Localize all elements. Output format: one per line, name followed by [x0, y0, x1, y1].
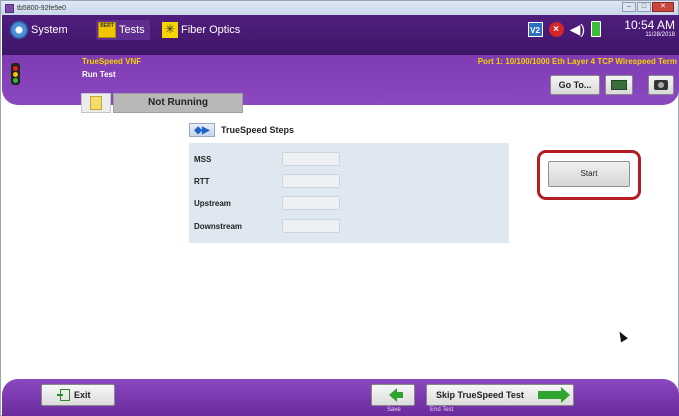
window-controls: – □ ✕ [622, 2, 674, 12]
battery-icon [591, 21, 601, 37]
bottom-bar: Exit Skip TrueSpeed Test Save End Test [2, 379, 679, 416]
traffic-light-red [13, 65, 18, 71]
traffic-light-icon[interactable] [11, 63, 20, 85]
page-title: Run Test [82, 70, 116, 79]
top-menubar: System BERT Tests ✳ Fiber Optics V2 × ◀)… [2, 15, 679, 55]
truespeed-steps-icon[interactable]: ◆▶ [189, 123, 215, 137]
step-label: Downstream [194, 221, 243, 231]
layout-icon [611, 80, 627, 90]
step-row-mss: MSS [194, 152, 340, 166]
bert-icon: BERT [98, 22, 116, 38]
menu-fiber-optics[interactable]: ✳ Fiber Optics [162, 20, 240, 40]
app-window: tb5800-92fe5e0 – □ ✕ System BERT Tests ✳… [0, 0, 679, 416]
menu-system-label: System [31, 24, 68, 36]
arrow-left-icon [389, 388, 403, 402]
menu-fiber-optics-label: Fiber Optics [181, 24, 241, 36]
status-icons: V2 × ◀) [527, 21, 601, 37]
v2-icon[interactable]: V2 [527, 21, 543, 37]
menu-tests[interactable]: BERT Tests [96, 20, 150, 40]
traffic-light-green [13, 77, 18, 83]
exit-label: Exit [74, 390, 91, 400]
step-row-rtt: RTT [194, 174, 340, 188]
arrow-right-icon [537, 387, 570, 403]
layout-button[interactable] [605, 75, 633, 95]
step-label: MSS [194, 154, 212, 164]
menu-tests-label: Tests [119, 24, 145, 36]
test-name: TrueSpeed VNF [82, 57, 142, 66]
clock-date: 11/28/2018 [645, 32, 675, 38]
status-indicator-icon [90, 96, 102, 110]
status-light [81, 93, 111, 113]
menu-system[interactable]: System [10, 20, 68, 40]
back-button[interactable] [371, 384, 415, 406]
close-button[interactable]: ✕ [652, 2, 674, 12]
step-value-field [282, 196, 340, 210]
mouse-cursor-icon [616, 329, 628, 343]
steps-title: TrueSpeed Steps [221, 125, 295, 135]
step-row-downstream: Downstream [194, 219, 340, 233]
skip-label: Skip TrueSpeed Test [436, 390, 524, 400]
step-value-field [282, 152, 340, 166]
step-value-field [282, 219, 340, 233]
clock-time: 10:54 AM [624, 18, 675, 32]
goto-button[interactable]: Go To... [550, 75, 600, 95]
window-title: tb5800-92fe5e0 [17, 4, 67, 12]
port-info: Port 1: 10/100/1000 Eth Layer 4 TCP Wire… [477, 57, 677, 66]
save-label: Save [387, 407, 401, 413]
skip-truespeed-button[interactable]: Skip TrueSpeed Test [426, 384, 574, 406]
clock: 10:54 AM 11/28/2018 [624, 18, 675, 38]
start-button[interactable]: Start [548, 161, 630, 187]
step-label: Upstream [194, 198, 231, 208]
status-text: Not Running [113, 93, 243, 113]
gear-icon [10, 21, 28, 39]
exit-button[interactable]: Exit [41, 384, 115, 406]
speaker-icon[interactable]: ◀) [570, 21, 585, 37]
camera-icon [654, 80, 668, 90]
exit-icon [57, 389, 70, 401]
step-row-upstream: Upstream [194, 196, 340, 210]
app-icon [5, 3, 14, 13]
start-highlight: Start [537, 150, 641, 200]
test-status: Not Running [81, 93, 243, 113]
alarm-x-icon[interactable]: × [548, 21, 564, 37]
steps-header: ◆▶ TrueSpeed Steps [189, 123, 294, 137]
minimize-button[interactable]: – [622, 2, 636, 12]
traffic-light-yellow [13, 71, 18, 77]
step-label: RTT [194, 176, 210, 186]
step-value-field [282, 174, 340, 188]
steps-panel: MSS RTT Upstream Downstream [189, 143, 509, 243]
window-titlebar: tb5800-92fe5e0 – □ ✕ [1, 1, 678, 15]
end-test-label: End Test [430, 407, 454, 413]
maximize-button[interactable]: □ [637, 2, 651, 12]
fiber-optics-icon: ✳ [162, 22, 178, 38]
screenshot-button[interactable] [648, 75, 674, 95]
